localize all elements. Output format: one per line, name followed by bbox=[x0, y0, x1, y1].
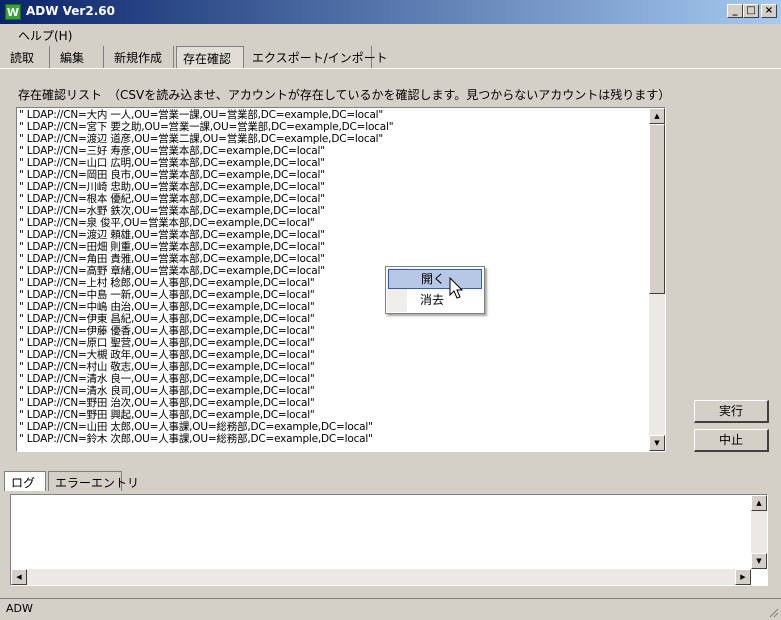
context-menu: 開く 消去 bbox=[385, 266, 485, 314]
app-icon: W bbox=[5, 4, 21, 20]
list-item[interactable]: " LDAP://CN=岡田 良市,OU=営業本部,DC=example,DC=… bbox=[18, 169, 650, 181]
tab-read[interactable]: 読取 bbox=[4, 46, 50, 68]
list-item[interactable]: " LDAP://CN=原口 聖营,OU=人事部,DC=example,DC=l… bbox=[18, 337, 650, 349]
mouse-cursor-icon bbox=[449, 277, 464, 299]
list-item[interactable]: " LDAP://CN=鈴木 次郎,OU=人事課,OU=総務部,DC=examp… bbox=[18, 433, 650, 445]
list-item[interactable]: " LDAP://CN=伊藤 優香,OU=人事部,DC=example,DC=l… bbox=[18, 325, 650, 337]
list-item[interactable]: " LDAP://CN=大内 一人,OU=営業一課,OU=営業部,DC=exam… bbox=[18, 109, 650, 121]
log-scroll-up-icon[interactable]: ▲ bbox=[751, 495, 767, 511]
tab-existence-check[interactable]: 存在確認 bbox=[176, 46, 244, 68]
scroll-down-icon[interactable]: ▼ bbox=[649, 435, 665, 451]
list-item[interactable]: " LDAP://CN=大槻 政年,OU=人事部,DC=example,DC=l… bbox=[18, 349, 650, 361]
list-item[interactable]: " LDAP://CN=宮下 要之助,OU=営業一課,OU=営業部,DC=exa… bbox=[18, 121, 650, 133]
stop-button[interactable]: 中止 bbox=[694, 429, 769, 452]
tab-new[interactable]: 新規作成 bbox=[108, 46, 174, 68]
title-bar[interactable]: W ADW Ver2.60 _ □ × bbox=[0, 0, 781, 24]
list-content: " LDAP://CN=大内 一人,OU=営業一課,OU=営業部,DC=exam… bbox=[18, 109, 650, 450]
list-item[interactable]: " LDAP://CN=上村 稔郎,OU=人事部,DC=example,DC=l… bbox=[18, 277, 650, 289]
list-item[interactable]: " LDAP://CN=清水 良一,OU=人事部,DC=example,DC=l… bbox=[18, 373, 650, 385]
log-textarea[interactable]: ▲ ▼ ◀ ▶ bbox=[10, 494, 768, 586]
window-title: ADW Ver2.60 bbox=[26, 4, 115, 18]
close-button[interactable]: × bbox=[761, 4, 777, 18]
context-menu-open[interactable]: 開く bbox=[388, 269, 482, 289]
scroll-up-icon[interactable]: ▲ bbox=[649, 108, 665, 124]
app-window: W ADW Ver2.60 _ □ × ヘルプ(H) 読取 編集 新規作成 存在… bbox=[0, 0, 781, 620]
list-item[interactable]: " LDAP://CN=渡辺 頼雄,OU=営業本部,DC=example,DC=… bbox=[18, 229, 650, 241]
list-item[interactable]: " LDAP://CN=中嶋 由治,OU=人事部,DC=example,DC=l… bbox=[18, 301, 650, 313]
list-item[interactable]: " LDAP://CN=高野 章緒,OU=営業本部,DC=example,DC=… bbox=[18, 265, 650, 277]
list-item[interactable]: " LDAP://CN=野田 興起,OU=人事部,DC=example,DC=l… bbox=[18, 409, 650, 421]
log-scroll-right-icon[interactable]: ▶ bbox=[735, 569, 751, 585]
list-item[interactable]: " LDAP://CN=角田 貴雅,OU=営業本部,DC=example,DC=… bbox=[18, 253, 650, 265]
tab-divider bbox=[0, 68, 781, 69]
log-vertical-scrollbar[interactable]: ▲ ▼ bbox=[751, 495, 767, 569]
list-item[interactable]: " LDAP://CN=水野 鉄次,OU=営業本部,DC=example,DC=… bbox=[18, 205, 650, 217]
list-item[interactable]: " LDAP://CN=三好 寿彦,OU=営業本部,DC=example,DC=… bbox=[18, 145, 650, 157]
log-scroll-down-icon[interactable]: ▼ bbox=[751, 553, 767, 569]
existence-check-list[interactable]: " LDAP://CN=大内 一人,OU=営業一課,OU=営業部,DC=exam… bbox=[16, 107, 666, 452]
list-label: 存在確認リスト （CSVを読み込ませ、アカウントが存在しているかを確認します。見… bbox=[18, 88, 671, 102]
tab-export-import[interactable]: エクスポート/インポート bbox=[246, 46, 388, 68]
log-horizontal-scrollbar[interactable]: ◀ ▶ bbox=[11, 569, 751, 585]
list-item[interactable]: " LDAP://CN=泉 俊平,OU=営業本部,DC=example,DC=l… bbox=[18, 217, 650, 229]
list-vertical-scrollbar[interactable]: ▲ ▼ bbox=[649, 108, 665, 451]
list-item[interactable]: " LDAP://CN=根本 優紀,OU=営業本部,DC=example,DC=… bbox=[18, 193, 650, 205]
list-item[interactable]: " LDAP://CN=田畑 則重,OU=営業本部,DC=example,DC=… bbox=[18, 241, 650, 253]
context-menu-delete[interactable]: 消去 bbox=[388, 291, 482, 311]
list-item[interactable]: " LDAP://CN=中島 一新,OU=人事部,DC=example,DC=l… bbox=[18, 289, 650, 301]
status-bar: ADW bbox=[0, 598, 781, 620]
list-item[interactable]: " LDAP://CN=山田 太郎,OU=人事課,OU=総務部,DC=examp… bbox=[18, 421, 650, 433]
tab-error-entry[interactable]: エラーエントリ bbox=[48, 471, 139, 491]
list-item[interactable]: " LDAP://CN=野田 治次,OU=人事部,DC=example,DC=l… bbox=[18, 397, 650, 409]
scroll-thumb[interactable] bbox=[649, 124, 665, 294]
menu-bar: ヘルプ(H) bbox=[0, 24, 781, 44]
list-item[interactable]: " LDAP://CN=川崎 忠助,OU=営業本部,DC=example,DC=… bbox=[18, 181, 650, 193]
maximize-button[interactable]: □ bbox=[743, 4, 759, 18]
tab-edit[interactable]: 編集 bbox=[54, 46, 104, 68]
status-text: ADW bbox=[6, 602, 33, 615]
list-item[interactable]: " LDAP://CN=渡辺 道彦,OU=営業二課,OU=営業部,DC=exam… bbox=[18, 133, 650, 145]
tab-log[interactable]: ログ bbox=[4, 471, 46, 491]
list-item[interactable]: " LDAP://CN=村山 敬志,OU=人事部,DC=example,DC=l… bbox=[18, 361, 650, 373]
list-item[interactable]: " LDAP://CN=清水 良司,OU=人事部,DC=example,DC=l… bbox=[18, 385, 650, 397]
menu-help[interactable]: ヘルプ(H) bbox=[18, 27, 72, 44]
run-button[interactable]: 実行 bbox=[694, 400, 769, 423]
list-item[interactable]: " LDAP://CN=伊東 昌紀,OU=人事部,DC=example,DC=l… bbox=[18, 313, 650, 325]
list-item[interactable]: " LDAP://CN=山口 広明,OU=営業本部,DC=example,DC=… bbox=[18, 157, 650, 169]
minimize-button[interactable]: _ bbox=[727, 4, 743, 18]
log-scroll-left-icon[interactable]: ◀ bbox=[11, 569, 27, 585]
resize-grip-icon[interactable] bbox=[767, 606, 779, 618]
